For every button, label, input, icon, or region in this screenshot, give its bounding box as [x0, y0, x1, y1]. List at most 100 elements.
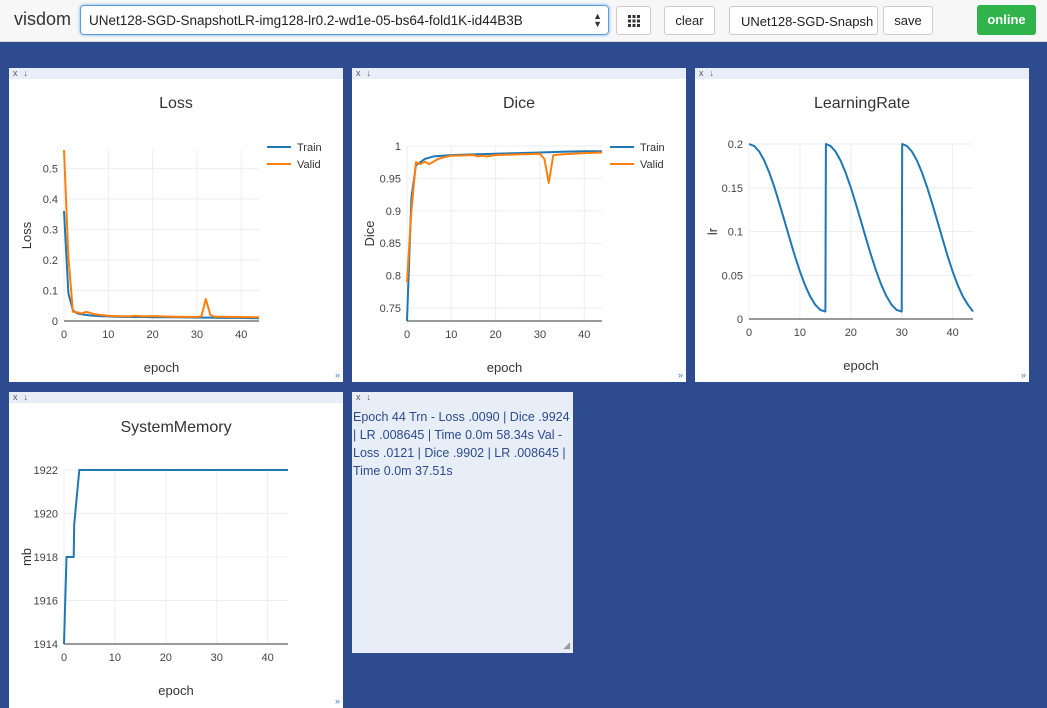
- resize-handle-icon[interactable]: »: [678, 370, 683, 380]
- x-tick-label: 0: [404, 329, 410, 341]
- save-button[interactable]: save: [883, 6, 933, 35]
- view-name-input[interactable]: UNet128-SGD-Snapsh: [729, 6, 878, 35]
- y-tick-label: 0.3: [43, 224, 58, 236]
- x-tick-label: 10: [109, 652, 121, 664]
- grid-lines: [63, 150, 259, 322]
- y-tick-label: 1916: [34, 596, 58, 608]
- app-title: visdom: [14, 9, 72, 29]
- x-tick-label: 0: [61, 652, 67, 664]
- legend-label-valid: Valid: [640, 159, 664, 171]
- y-tick-label: 1920: [34, 509, 58, 521]
- x-tick-label: 0: [61, 329, 67, 341]
- text-log-pane: x ↓ Epoch 44 Trn - Loss .0090 | Dice .992…: [352, 392, 573, 653]
- y-tick-label: 1922: [34, 465, 58, 477]
- y-tick-label: 0.75: [380, 303, 401, 315]
- grid-lines: [63, 469, 288, 645]
- x-tick-label: 40: [235, 329, 247, 341]
- download-icon[interactable]: ↓: [24, 68, 29, 78]
- y-tick-label: 0.2: [728, 139, 743, 151]
- resize-handle-icon[interactable]: »: [335, 696, 340, 706]
- close-icon[interactable]: x: [13, 392, 18, 402]
- grid-lines: [406, 145, 602, 321]
- y-tick-label: 1: [395, 141, 401, 153]
- learning-rate-chart: LearningRate 0 0.05 0.1 0.15 0.2 0 10 20 30 40 epoc…: [705, 95, 974, 373]
- grid-icon: [627, 15, 640, 27]
- download-icon[interactable]: ↓: [710, 68, 715, 78]
- y-tick-label: 1914: [34, 639, 58, 651]
- y-tick-label: 0.4: [43, 194, 58, 206]
- series-line-lr: [748, 143, 974, 313]
- y-tick-label: 0.95: [380, 173, 401, 185]
- pane-header: x ↓: [695, 68, 1029, 79]
- system-memory-chart: SystemMemory 1914 1916 1918 1920 1922 0 10 20 30 4…: [19, 419, 288, 698]
- x-tick-label: 30: [191, 329, 203, 341]
- y-axis-label: lr: [705, 227, 720, 235]
- y-tick-label: 0.85: [380, 238, 401, 250]
- dice-chart: Dice0.750.80.850.90.9510 10 20 30 40epochDic…: [362, 95, 665, 375]
- clear-button[interactable]: clear: [664, 6, 715, 35]
- y-tick-label: 0.15: [722, 183, 743, 195]
- series-line-valid: [63, 149, 260, 319]
- x-tick-label: 30: [896, 327, 908, 339]
- series-line-valid: [406, 151, 603, 283]
- close-icon[interactable]: x: [13, 68, 18, 78]
- loss-pane: x ↓ Loss 0 0.1 0.2 0.3 0.4 0.5 0 10 20 30 40 epoch Los…: [9, 68, 343, 382]
- download-icon[interactable]: ↓: [367, 392, 372, 402]
- environment-select-value: UNet128-SGD-SnapshotLR-img128-lr0.2-wd1e…: [89, 13, 523, 28]
- x-tick-label: 40: [262, 652, 274, 664]
- y-tick-label: 1918: [34, 552, 58, 564]
- resize-handle-icon[interactable]: »: [1021, 370, 1026, 380]
- resize-handle-icon[interactable]: ◢: [563, 640, 570, 651]
- x-tick-label: 40: [947, 327, 959, 339]
- y-tick-label: 0.05: [722, 270, 743, 282]
- y-tick-label: 0.1: [728, 227, 743, 239]
- x-tick-label: 20: [160, 652, 172, 664]
- x-tick-label: 20: [845, 327, 857, 339]
- download-icon[interactable]: ↓: [367, 68, 372, 78]
- top-toolbar: visdom UNet128-SGD-SnapshotLR-img128-lr0…: [0, 0, 1047, 42]
- close-icon[interactable]: x: [356, 392, 361, 402]
- x-tick-label: 0: [746, 327, 752, 339]
- x-tick-label: 20: [147, 329, 159, 341]
- select-arrows-icon: ▲ ▼: [593, 11, 602, 29]
- chart-title: SystemMemory: [120, 419, 231, 436]
- y-axis-label: Dice: [362, 220, 377, 246]
- x-tick-label: 20: [490, 329, 502, 341]
- close-icon[interactable]: x: [699, 68, 704, 78]
- legend-label-valid: Valid: [297, 159, 321, 171]
- y-tick-label: 0.5: [43, 163, 58, 175]
- environment-select[interactable]: UNet128-SGD-SnapshotLR-img128-lr0.2-wd1e…: [80, 5, 609, 35]
- y-tick-label: 0.1: [43, 285, 58, 297]
- chart-title: Dice: [503, 95, 535, 112]
- download-icon[interactable]: ↓: [24, 392, 29, 402]
- legend-label-train: Train: [297, 142, 322, 154]
- y-tick-label: 0: [52, 316, 58, 328]
- loss-chart: Loss 0 0.1 0.2 0.3 0.4 0.5 0 10 20 30 40 epoch Loss Tr…: [19, 95, 322, 375]
- close-icon[interactable]: x: [356, 68, 361, 78]
- x-tick-label: 30: [534, 329, 546, 341]
- pane-header: x ↓: [9, 68, 343, 79]
- connection-status-button[interactable]: online: [977, 5, 1036, 35]
- chart-title: LearningRate: [814, 95, 910, 112]
- x-axis-label: epoch: [487, 360, 522, 375]
- chart-title: Loss: [159, 95, 193, 112]
- y-tick-label: 0.9: [386, 206, 401, 218]
- x-axis-label: epoch: [158, 683, 193, 698]
- y-tick-label: 0.8: [386, 271, 401, 283]
- system-memory-pane: x ↓ SystemMemory 1914 1916 1918 1920 1922 0 10 20…: [9, 392, 343, 708]
- grid-button[interactable]: [616, 6, 651, 35]
- series-line-train: [63, 211, 260, 320]
- dice-pane: x ↓ Dice 0.75 0.8 0.85 0.9 0.95 1 0 10 20 30 40 epoch…: [352, 68, 686, 382]
- y-axis-label: mb: [19, 548, 34, 566]
- y-axis-label: Loss: [19, 221, 34, 249]
- pane-header: x ↓: [9, 392, 343, 403]
- pane-header: x ↓: [352, 392, 573, 403]
- x-tick-label: 10: [445, 329, 457, 341]
- x-tick-label: 30: [211, 652, 223, 664]
- x-tick-label: 40: [578, 329, 590, 341]
- resize-handle-icon[interactable]: »: [335, 370, 340, 380]
- y-tick-label: 0: [737, 314, 743, 326]
- x-axis-label: epoch: [144, 360, 179, 375]
- x-axis-label: epoch: [843, 358, 878, 373]
- series-line-train: [406, 150, 602, 322]
